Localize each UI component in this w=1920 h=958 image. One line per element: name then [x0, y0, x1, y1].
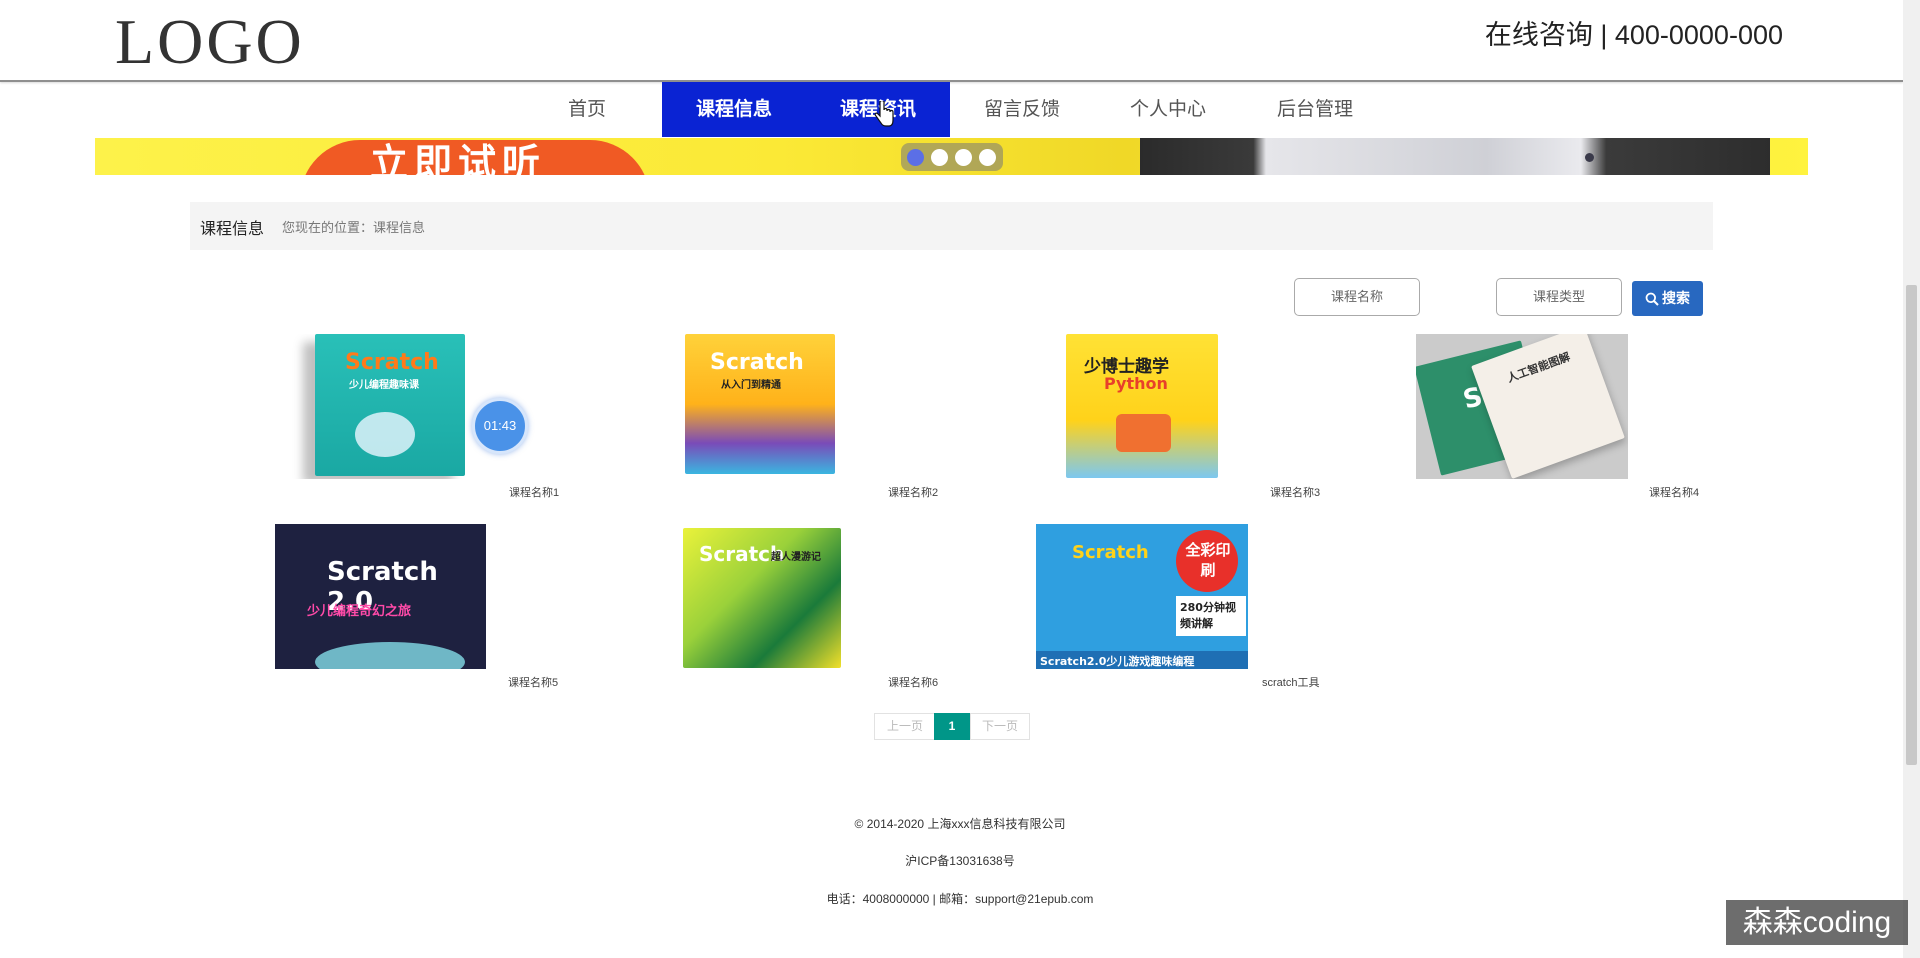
breadcrumb-path: 您现在的位置：课程信息: [282, 220, 426, 235]
cover-subtitle: 人工智能图解: [1505, 350, 1572, 386]
cover-subtitle: 少儿编程趣味课: [349, 380, 419, 391]
planet-illustration: [315, 642, 465, 669]
computer-illustration: [1116, 414, 1171, 452]
badge2-text: 280分钟视频讲解: [1180, 601, 1236, 630]
course-cover-6[interactable]: Scratch 超人漫游记: [683, 524, 841, 669]
watermark: 森森coding: [1726, 900, 1908, 945]
course-name-7[interactable]: scratch工具: [1262, 674, 1319, 690]
course-name-6[interactable]: 课程名称6: [888, 674, 938, 690]
course-name-input[interactable]: 课程名称: [1294, 278, 1420, 316]
carousel-dot-3[interactable]: [955, 149, 972, 166]
course-cover-4[interactable]: Sc 人工智能图解: [1416, 334, 1628, 479]
badge-text: 全彩印刷: [1185, 541, 1231, 579]
breadcrumb-title: 课程信息: [200, 221, 265, 238]
color-print-badge: 全彩印刷: [1176, 530, 1238, 592]
nav-course-info[interactable]: 课程信息: [662, 82, 806, 137]
hotline-text: 在线咨询 | 400-0000-000: [1484, 20, 1783, 50]
nav-personal-center[interactable]: 个人中心: [1096, 82, 1240, 137]
cover-subtitle: 超人漫游记: [771, 552, 821, 563]
prev-page-button[interactable]: 上一页: [874, 713, 936, 740]
banner-photo: [1140, 138, 1770, 175]
cover-subtitle: 少儿编程奇幻之旅: [307, 604, 412, 619]
search-icon: [1645, 292, 1659, 306]
footer-copyright: © 2014-2020 上海xxx信息科技有限公司: [0, 815, 1920, 832]
site-logo[interactable]: LOGO: [115, 6, 305, 78]
course-name-2[interactable]: 课程名称2: [888, 484, 938, 500]
banner-text: 立即试听: [370, 143, 547, 175]
site-header: LOGO 在线咨询 | 400-0000-000: [0, 0, 1903, 82]
copyright-text: © 2014-2020 上海xxx信息科技有限公司: [854, 817, 1066, 831]
breadcrumb: 课程信息 您现在的位置：课程信息: [190, 202, 1713, 250]
course-cover-7[interactable]: Scratch 全彩印刷 280分钟视频讲解 Scratch2.0少儿游戏趣味编…: [1036, 524, 1248, 669]
course-name-3[interactable]: 课程名称3: [1270, 484, 1320, 500]
carousel-dot-2[interactable]: [931, 149, 948, 166]
cover-subtitle: Python: [1104, 374, 1168, 393]
carousel-dot-1[interactable]: [907, 149, 924, 166]
cover-subtitle: 从入门到精通: [721, 380, 781, 391]
next-page-button[interactable]: 下一页: [970, 713, 1030, 740]
nav-admin[interactable]: 后台管理: [1243, 82, 1387, 137]
contact-text: 电话：4008000000 | 邮箱：support@21epub.com: [826, 892, 1094, 906]
shirt-button: [1585, 153, 1594, 162]
video-badge: 280分钟视频讲解: [1176, 596, 1246, 636]
course-name-1[interactable]: 课程名称1: [509, 484, 559, 500]
main-nav: 首页 课程信息 课程资讯 留言反馈 个人中心 后台管理: [0, 82, 1903, 137]
book-cover: Scratch 超人漫游记: [683, 528, 841, 668]
page-1-button[interactable]: 1: [934, 713, 970, 740]
course-cover-3[interactable]: 少博士趣学 Python: [1066, 334, 1218, 479]
cover-subtitle: Scratch2.0少儿游戏趣味编程: [1040, 655, 1195, 668]
cover-bottom-bar: Scratch2.0少儿游戏趣味编程: [1036, 651, 1248, 669]
book-cover: Scratch 少儿编程趣味课: [315, 334, 465, 476]
page-scrollbar[interactable]: [1903, 0, 1920, 958]
footer-contact: 电话：4008000000 | 邮箱：support@21epub.com: [0, 890, 1920, 907]
course-cover-5[interactable]: Scratch 2.0 少儿编程奇幻之旅: [275, 524, 486, 669]
nav-feedback[interactable]: 留言反馈: [950, 82, 1094, 137]
search-button[interactable]: 搜索: [1632, 281, 1703, 316]
footer-icp: 沪ICP备13031638号: [0, 852, 1920, 869]
book-cover: 少博士趣学 Python: [1066, 334, 1218, 478]
course-cover-2[interactable]: Scratch 从入门到精通: [683, 334, 838, 479]
course-cover-1[interactable]: Scratch 少儿编程趣味课: [272, 334, 468, 479]
cover-title: Scratch: [1072, 542, 1149, 563]
course-name-5[interactable]: 课程名称5: [508, 674, 558, 690]
book-cover: Scratch 从入门到精通: [685, 334, 835, 474]
carousel-dot-4[interactable]: [979, 149, 996, 166]
cover-title: Scratch: [345, 350, 439, 375]
cover-title: Scratch: [710, 350, 804, 375]
course-name-4[interactable]: 课程名称4: [1649, 484, 1699, 500]
carousel-indicators: [901, 143, 1003, 171]
scrollbar-thumb[interactable]: [1906, 285, 1917, 765]
astronaut-illustration: [355, 412, 415, 457]
icp-text: 沪ICP备13031638号: [905, 854, 1015, 868]
course-type-input[interactable]: 课程类型: [1496, 278, 1622, 316]
nav-home[interactable]: 首页: [515, 82, 659, 137]
search-button-label: 搜索: [1662, 290, 1690, 306]
timer-badge[interactable]: 01:43: [472, 398, 528, 454]
